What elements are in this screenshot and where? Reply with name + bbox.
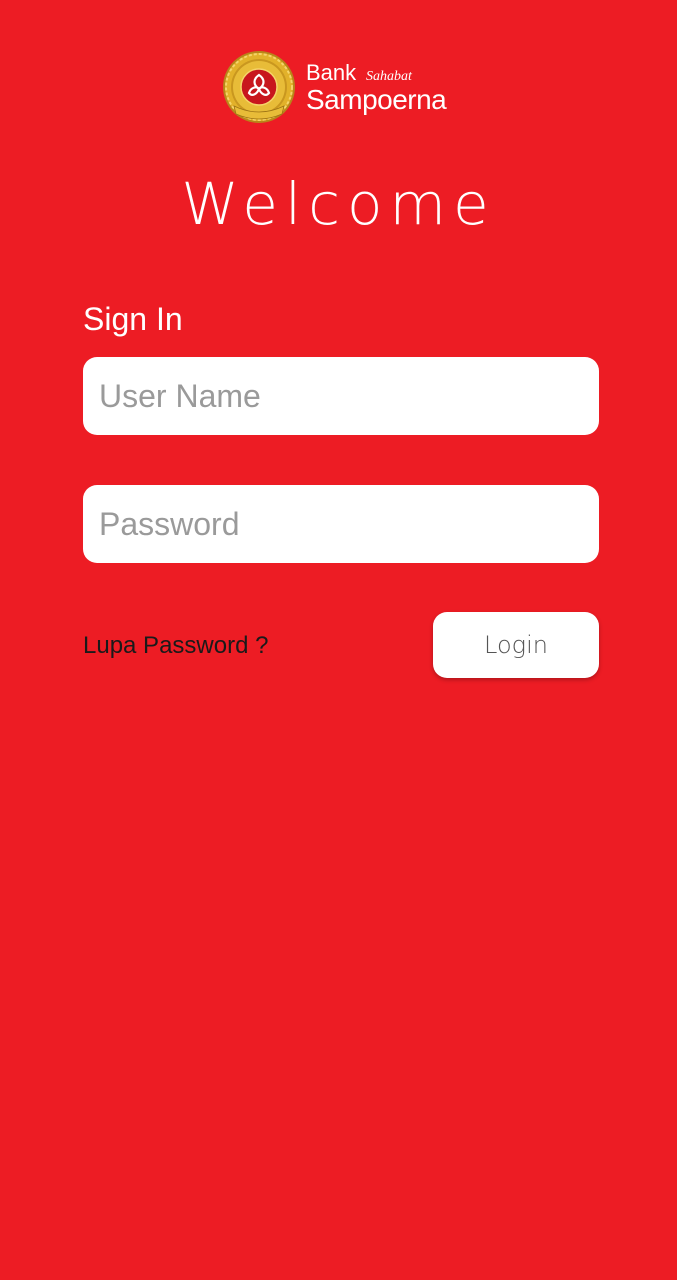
password-input[interactable] [83,485,599,563]
bank-logo: Bank Sahabat Sampoerna [222,48,462,128]
bank-wordmark: Bank Sahabat Sampoerna [306,60,466,120]
username-input[interactable] [83,357,599,435]
brand-tagline: Sahabat [366,69,412,84]
login-button[interactable]: Login [433,612,599,678]
brand-line1: Bank [306,60,357,85]
welcome-title: Welcome [181,170,496,238]
brand-line2: Sampoerna [306,84,447,115]
bank-seal-icon [223,51,295,123]
forgot-password-link[interactable]: Lupa Password ? [83,630,268,662]
login-screen: Bank Sahabat Sampoerna Welcome Sign In L… [0,0,677,1280]
signin-label: Sign In [83,301,183,337]
